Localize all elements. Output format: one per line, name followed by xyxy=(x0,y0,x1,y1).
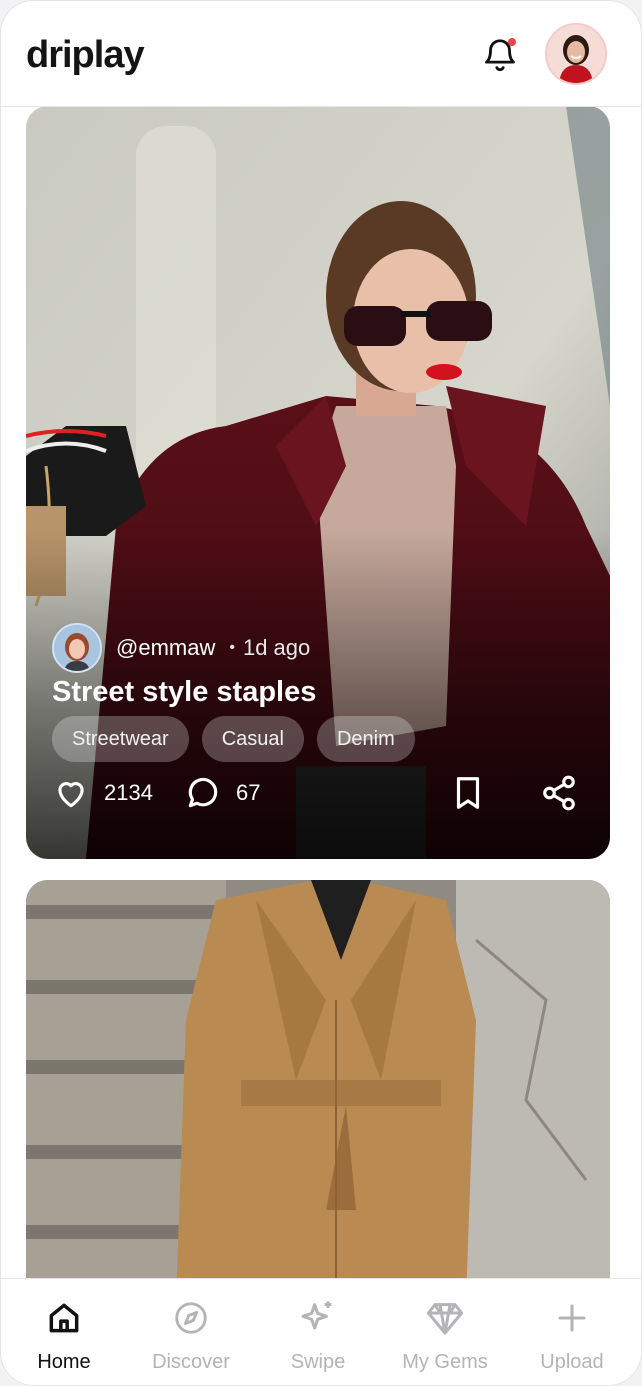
tag-chip[interactable]: Denim xyxy=(316,716,415,762)
author-username[interactable]: @emmaw xyxy=(116,635,215,661)
notification-dot xyxy=(508,38,516,46)
gem-icon xyxy=(426,1303,464,1335)
tag-chip[interactable]: Streetwear xyxy=(52,716,189,762)
post-author-row: @emmaw • 1d ago xyxy=(52,622,310,674)
post-tags: Streetwear Casual Denim xyxy=(52,716,415,762)
comment-bubble-icon xyxy=(188,777,218,808)
heart-icon xyxy=(58,782,84,808)
plus-icon xyxy=(558,1304,586,1332)
tab-label: Swipe xyxy=(290,1351,346,1373)
bookmark-icon xyxy=(456,777,480,809)
tab-label: Discover xyxy=(152,1351,230,1373)
home-icon xyxy=(49,1303,79,1333)
post-title: Street style staples xyxy=(52,676,317,708)
sparkle-icon xyxy=(301,1301,332,1330)
like-count: 2134 xyxy=(104,780,153,805)
bookmark-button[interactable] xyxy=(452,774,484,812)
tab-home[interactable]: Home xyxy=(9,1297,119,1374)
like-button[interactable]: 2134 xyxy=(52,774,153,812)
comment-button[interactable]: 67 xyxy=(184,774,260,812)
post-card[interactable] xyxy=(26,880,610,1300)
post-card[interactable]: @emmaw • 1d ago Street style staples Str… xyxy=(26,106,610,859)
tab-label: My Gems xyxy=(402,1351,488,1373)
bottom-tab-bar: Home Discover Swipe My Gems Upload xyxy=(1,1278,641,1385)
meta-separator: • xyxy=(229,639,235,656)
tab-swipe[interactable]: Swipe xyxy=(263,1297,373,1374)
app-screen: driplay @emmaw • 1d ago Street style sta… xyxy=(0,0,642,1386)
comment-count: 67 xyxy=(236,780,261,805)
top-bar: driplay xyxy=(1,1,641,107)
post-photo xyxy=(26,880,610,1300)
tab-discover[interactable]: Discover xyxy=(136,1297,246,1374)
tab-my-gems[interactable]: My Gems xyxy=(390,1297,500,1374)
compass-icon xyxy=(175,1302,207,1334)
post-actions: 2134 67 xyxy=(52,774,584,824)
tab-label: Upload xyxy=(540,1351,604,1373)
post-timestamp: 1d ago xyxy=(242,635,311,660)
share-button[interactable] xyxy=(540,774,578,812)
profile-avatar[interactable] xyxy=(545,23,607,85)
tab-upload[interactable]: Upload xyxy=(517,1297,627,1374)
app-logo: driplay xyxy=(26,34,145,76)
author-avatar[interactable] xyxy=(52,623,102,673)
tag-chip[interactable]: Casual xyxy=(201,716,304,762)
tab-label: Home xyxy=(37,1351,91,1373)
share-icon xyxy=(543,775,575,811)
